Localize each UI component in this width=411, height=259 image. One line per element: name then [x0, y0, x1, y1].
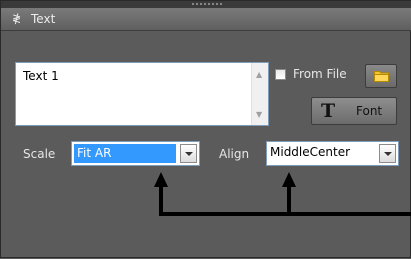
annotation-arrows [154, 172, 411, 216]
text-panel: ≹ Text Text 1 ▲ ▼ From File T Font Scale… [0, 0, 411, 258]
